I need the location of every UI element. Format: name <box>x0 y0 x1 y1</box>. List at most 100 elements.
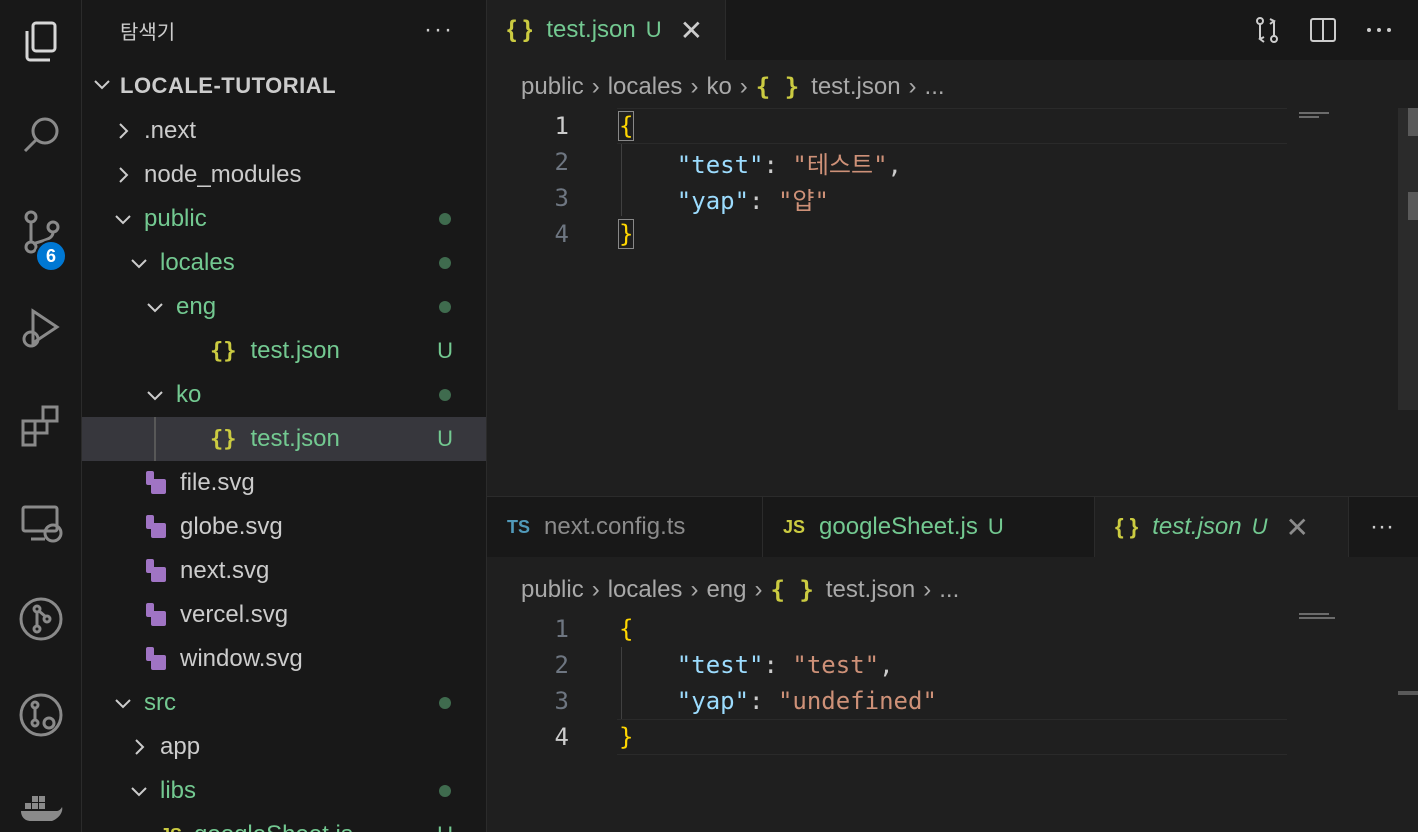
line-text: } <box>619 723 633 751</box>
code-line: 1{ <box>487 108 1287 144</box>
file-googleSheet-js[interactable]: JS googleSheet.js U <box>82 813 486 832</box>
chevron-down-icon <box>128 252 150 274</box>
svg-file-icon <box>144 559 168 583</box>
modified-dot <box>439 213 451 225</box>
folder-public[interactable]: public <box>82 197 486 241</box>
json-file-icon: {} <box>210 426 237 452</box>
docker-icon[interactable] <box>0 772 82 832</box>
line-number: 4 <box>554 220 569 248</box>
file-window-svg[interactable]: window.svg <box>82 637 486 681</box>
minimap[interactable] <box>1299 110 1343 120</box>
modified-dot <box>439 257 451 269</box>
close-icon[interactable]: ✕ <box>680 14 703 47</box>
more-actions-icon[interactable] <box>1364 15 1394 45</box>
explorer-icon[interactable] <box>0 6 82 76</box>
tree-item-label: next.svg <box>180 557 270 584</box>
chevron-right-icon: › <box>591 576 600 603</box>
json-icon: { } <box>1115 514 1139 539</box>
code-line: 4} <box>487 216 1287 252</box>
breadcrumb-item[interactable]: ... <box>925 73 945 101</box>
folder-libs[interactable]: libs <box>82 769 486 813</box>
breadcrumb-item[interactable]: public <box>521 73 584 101</box>
chevron-right-icon: › <box>690 576 699 603</box>
js-icon: JS <box>783 516 806 537</box>
source-control-icon[interactable]: 6 <box>0 196 82 272</box>
explorer-header: 탐색기 ··· <box>82 0 486 60</box>
line-text: { <box>617 111 635 141</box>
breadcrumb-item[interactable]: test.json <box>811 73 900 101</box>
js-file-icon: JS <box>160 825 182 832</box>
line-text: "yap": "undefined" <box>619 687 937 715</box>
close-icon[interactable]: ✕ <box>1286 511 1309 544</box>
search-icon[interactable] <box>0 100 82 170</box>
tab-next-config-ts[interactable]: TS next.config.ts <box>487 497 763 557</box>
chevron-right-icon <box>112 164 134 186</box>
explorer-title: 탐색기 <box>120 21 176 44</box>
modified-dot <box>439 301 451 313</box>
chevron-down-icon <box>112 692 134 714</box>
line-text: "yap": "얍" <box>619 181 829 216</box>
file-vercel-svg[interactable]: vercel.svg <box>82 593 486 637</box>
minimap[interactable] <box>1299 611 1343 621</box>
colon: : <box>749 687 778 715</box>
more-actions-icon[interactable]: ··· <box>1370 497 1418 557</box>
folder-ko[interactable]: ko <box>82 373 486 417</box>
folder-locales[interactable]: locales <box>82 241 486 285</box>
code-editor-top[interactable]: 1{2 "test": "테스트", 3 "yap": "얍" 4} <box>487 108 1287 468</box>
chevron-right-icon: › <box>754 576 763 603</box>
breadcrumb-item[interactable]: locales <box>608 576 683 604</box>
tree-item-label: public <box>144 205 207 232</box>
split-editor-icon[interactable] <box>1308 15 1338 45</box>
folder-node_modules[interactable]: node_modules <box>82 153 486 197</box>
folder-src[interactable]: src <box>82 681 486 725</box>
folder-eng[interactable]: eng <box>82 285 486 329</box>
breadcrumb-item[interactable]: locales <box>608 73 683 101</box>
tree-item-label: locales <box>160 249 235 276</box>
chevron-down-icon <box>92 74 120 99</box>
gitlens-icon[interactable] <box>0 680 82 750</box>
untracked-flag: U <box>1251 514 1268 539</box>
untracked-flag: U <box>987 514 1004 539</box>
json-value: "얍" <box>777 186 829 215</box>
file-next-svg[interactable]: next.svg <box>82 549 486 593</box>
file-file-svg[interactable]: file.svg <box>82 461 486 505</box>
tab-test-json[interactable]: { } test.json U ✕ <box>1095 497 1349 557</box>
code-line: 1{ <box>487 611 1287 647</box>
remote-explorer-icon[interactable] <box>0 488 82 558</box>
explorer-more-button[interactable]: ··· <box>424 16 454 44</box>
line-number: 1 <box>554 615 569 643</box>
breadcrumb-item[interactable]: eng <box>706 576 746 604</box>
brace: { <box>617 111 635 141</box>
line-text: "test": "테스트", <box>619 145 902 180</box>
breadcrumb: public › locales › eng › { } test.json ›... <box>521 565 959 615</box>
git-graph-icon[interactable] <box>0 584 82 654</box>
tab-ko-test-json[interactable]: { } test.json U ✕ <box>487 0 727 60</box>
file-globe-svg[interactable]: globe.svg <box>82 505 486 549</box>
tree-item-label: vercel.svg <box>180 601 289 628</box>
folder-app[interactable]: app <box>82 725 486 769</box>
breadcrumb-item[interactable]: ko <box>706 73 731 101</box>
vertical-scrollbar[interactable] <box>1398 108 1418 410</box>
json-value: "undefined" <box>777 687 937 715</box>
breadcrumb-item[interactable]: public <box>521 576 584 604</box>
extensions-icon[interactable] <box>0 390 82 460</box>
folder-next[interactable]: .next <box>82 109 486 153</box>
open-changes-icon[interactable] <box>1252 15 1282 45</box>
code-line: 4} <box>487 719 1287 755</box>
svg-file-icon <box>144 647 168 671</box>
tab-googleSheet-js[interactable]: JS googleSheet.js U <box>763 497 1095 557</box>
run-debug-icon[interactable] <box>0 292 82 362</box>
project-root[interactable]: LOCALE-TUTORIAL <box>82 64 486 108</box>
file-test-json[interactable]: {} test.json U <box>82 417 486 461</box>
source-control-badge: 6 <box>35 240 67 272</box>
code-editor-bottom[interactable]: 1{2 "test": "test", 3 "yap": "undefined" 4… <box>487 611 1287 831</box>
colon: : <box>749 186 778 215</box>
tree-item-label: .next <box>144 117 197 144</box>
untracked-flag: U <box>437 426 453 451</box>
breadcrumb-item[interactable]: ... <box>939 576 959 604</box>
vertical-scrollbar[interactable] <box>1398 691 1418 695</box>
breadcrumb: public › locales › ko › { } test.json ›... <box>521 62 945 112</box>
file-test-json[interactable]: {} test.json U <box>82 329 486 373</box>
breadcrumb-item[interactable]: test.json <box>826 576 915 604</box>
brace: } <box>617 219 635 249</box>
